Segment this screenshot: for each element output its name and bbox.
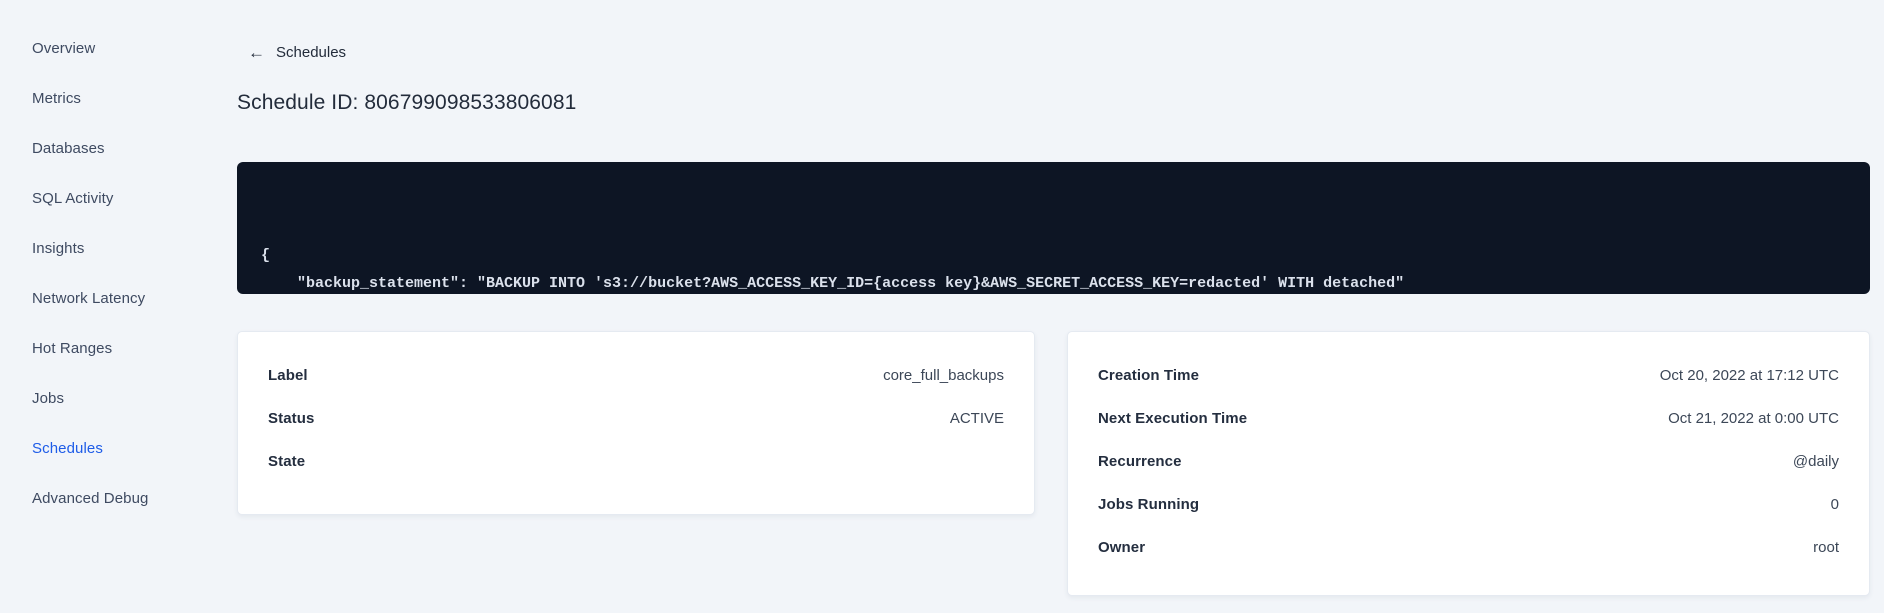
- detail-label: Next Execution Time: [1098, 410, 1248, 427]
- sidebar-item-label: Schedules: [32, 439, 103, 457]
- detail-label: Jobs Running: [1098, 496, 1200, 513]
- detail-value: Oct 20, 2022 at 17:12 UTC: [1659, 367, 1839, 384]
- detail-value: root: [1813, 539, 1839, 556]
- sidebar-item[interactable]: Overview: [0, 23, 205, 73]
- sidebar-item-label: SQL Activity: [32, 189, 114, 207]
- detail-label: Status: [268, 410, 315, 427]
- sidebar: Overview Metrics Databases SQL Activity …: [0, 0, 205, 613]
- code-line: "backup_statement": "BACKUP INTO 's3://b…: [261, 275, 1405, 292]
- sidebar-item[interactable]: Jobs: [0, 373, 205, 423]
- sidebar-item[interactable]: Insights: [0, 223, 205, 273]
- detail-value: @daily: [1792, 453, 1839, 470]
- sidebar-item-label: Hot Ranges: [32, 339, 113, 357]
- page-title: Schedule ID: 806799098533806081: [237, 91, 577, 114]
- sidebar-item[interactable]: Network Latency: [0, 273, 205, 323]
- sidebar-item[interactable]: Advanced Debug: [0, 473, 205, 523]
- back-arrow-icon: ←: [248, 43, 265, 62]
- schedule-timing-card: Creation Time Oct 20, 2022 at 17:12 UTC …: [1067, 331, 1870, 596]
- detail-value: 0: [1830, 496, 1839, 513]
- detail-row: Jobs Running 0: [1098, 496, 1839, 514]
- detail-value: ACTIVE: [949, 410, 1004, 427]
- sidebar-item-label: Advanced Debug: [32, 489, 149, 507]
- backup-statement-code-block: { "backup_statement": "BACKUP INTO 's3:/…: [237, 162, 1870, 294]
- detail-row: Label core_full_backups: [268, 367, 1004, 385]
- detail-row: Recurrence @daily: [1098, 453, 1839, 471]
- detail-label: Owner: [1098, 539, 1146, 556]
- back-to-schedules-link[interactable]: ← Schedules: [248, 44, 346, 61]
- sidebar-item-label: Databases: [32, 139, 105, 157]
- sidebar-item[interactable]: Schedules: [0, 423, 205, 473]
- sidebar-item[interactable]: Databases: [0, 123, 205, 173]
- detail-row: Status ACTIVE: [268, 410, 1004, 428]
- detail-row: Owner root: [1098, 539, 1839, 557]
- detail-label: Label: [268, 367, 308, 384]
- detail-value: Oct 21, 2022 at 0:00 UTC: [1668, 410, 1839, 427]
- detail-row: Creation Time Oct 20, 2022 at 17:12 UTC: [1098, 367, 1839, 385]
- detail-row: Next Execution Time Oct 21, 2022 at 0:00…: [1098, 410, 1839, 428]
- code-line: {: [261, 247, 271, 264]
- detail-row: State: [268, 453, 1004, 471]
- detail-label: State: [268, 453, 306, 470]
- back-link-label: Schedules: [276, 44, 347, 61]
- sidebar-item-label: Network Latency: [32, 289, 146, 307]
- sidebar-item[interactable]: SQL Activity: [0, 173, 205, 223]
- sidebar-item[interactable]: Metrics: [0, 73, 205, 123]
- sidebar-item[interactable]: Hot Ranges: [0, 323, 205, 373]
- detail-label: Creation Time: [1098, 367, 1200, 384]
- detail-cards-row: Label core_full_backups Status ACTIVE St…: [237, 331, 1870, 596]
- sidebar-item-label: Overview: [32, 39, 96, 57]
- detail-label: Recurrence: [1098, 453, 1182, 470]
- schedule-status-card: Label core_full_backups Status ACTIVE St…: [237, 331, 1035, 515]
- schedule-detail-page: ← Schedules Schedule ID: 806799098533806…: [237, 0, 1870, 613]
- sidebar-item-label: Jobs: [32, 389, 65, 407]
- sidebar-item-label: Metrics: [32, 89, 82, 107]
- detail-value: core_full_backups: [883, 367, 1004, 384]
- sidebar-item-label: Insights: [32, 239, 85, 257]
